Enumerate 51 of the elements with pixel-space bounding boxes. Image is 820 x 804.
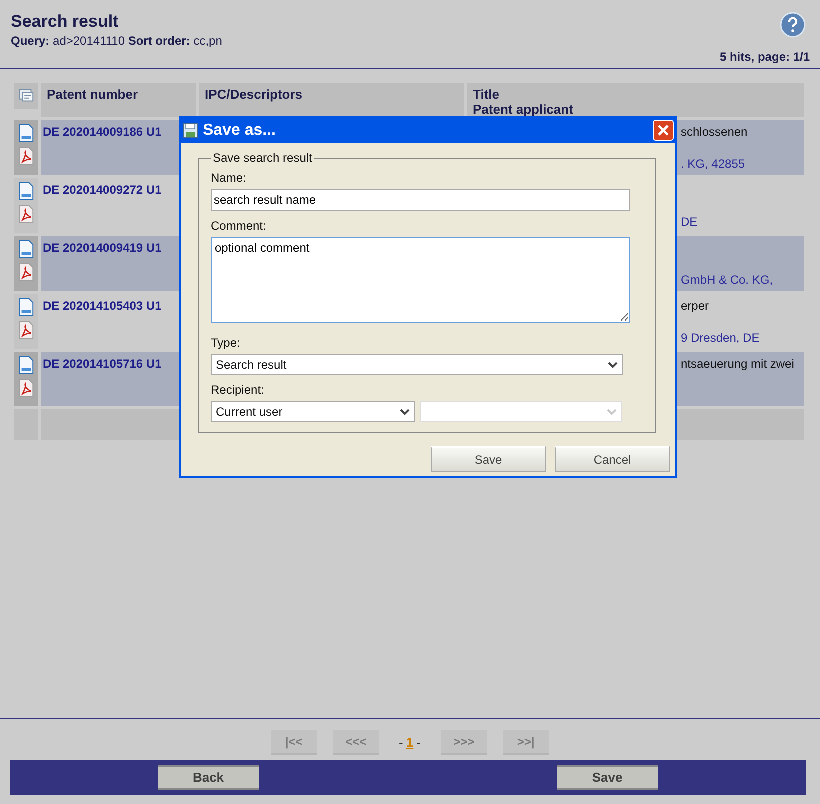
pdf-icon[interactable] — [18, 147, 34, 166]
footer-button[interactable]: Save — [557, 765, 658, 790]
dialog-button[interactable]: Save — [431, 446, 546, 472]
group-legend: Save search result — [211, 151, 314, 165]
pdf-icon[interactable] — [18, 263, 34, 282]
caret-icon — [400, 408, 410, 416]
field-label: Comment: — [211, 219, 268, 233]
title-text: schlossenen — [681, 125, 749, 139]
document-icon[interactable] — [18, 298, 34, 317]
caret-icon — [607, 408, 617, 416]
page-title: Search result — [11, 12, 120, 32]
comment-field[interactable]: optional comment — [211, 237, 630, 323]
pdf-icon[interactable] — [18, 379, 34, 398]
patent-number-link[interactable]: DE 202014105403 U1 — [43, 299, 162, 313]
column-header: Patent number — [41, 83, 196, 117]
title-text: erper — [681, 299, 710, 313]
applicant-text: . KG, 42855 — [681, 157, 746, 171]
patent-number-link[interactable]: DE 202014009272 U1 — [43, 183, 162, 197]
applicant-text: GmbH & Co. KG, — [681, 273, 774, 287]
footer-button[interactable]: Back — [158, 765, 259, 790]
field-label: Type: — [211, 336, 242, 350]
query-info: Query: ad>20141110 Sort order: cc,pn — [11, 34, 222, 48]
patent-number-link[interactable]: DE 202014009186 U1 — [43, 125, 162, 139]
document-icon[interactable] — [18, 182, 34, 201]
applicant-text: DE — [681, 215, 699, 229]
document-icon[interactable] — [18, 356, 34, 375]
caret-icon — [608, 360, 618, 368]
column-header: IPC/Descriptors — [199, 83, 464, 117]
floppy-icon — [183, 123, 198, 138]
field-label: Name: — [211, 171, 248, 185]
type-dropdown[interactable]: Search result — [211, 354, 623, 375]
close-button[interactable] — [653, 120, 674, 141]
recipient-dropdown[interactable]: Current user — [211, 401, 415, 422]
column-header: Title Patent applicant — [467, 83, 804, 117]
help-icon[interactable] — [780, 12, 806, 38]
separator-text: - — [399, 735, 404, 750]
field-label: Recipient: — [211, 383, 266, 397]
pdf-icon[interactable] — [18, 205, 34, 224]
separator-text: - — [416, 735, 421, 750]
applicant-text: 9 Dresden, DE — [681, 331, 761, 345]
document-icon[interactable] — [18, 240, 34, 259]
dialog-button[interactable]: Cancel — [555, 446, 670, 472]
close-icon — [657, 124, 670, 137]
patent-number-link[interactable]: DE 202014105716 U1 — [43, 357, 162, 371]
title-text: ntsaeuerung mit zwei — [681, 357, 796, 371]
name-field[interactable]: search result name — [211, 189, 630, 211]
pdf-icon[interactable] — [18, 321, 34, 340]
dialog-title: Save as... — [203, 122, 277, 140]
hits-count: 5 hits, page: 1/1 — [720, 50, 810, 64]
document-icon[interactable] — [18, 124, 34, 143]
patent-number-link[interactable]: DE 202014009419 U1 — [43, 241, 162, 255]
